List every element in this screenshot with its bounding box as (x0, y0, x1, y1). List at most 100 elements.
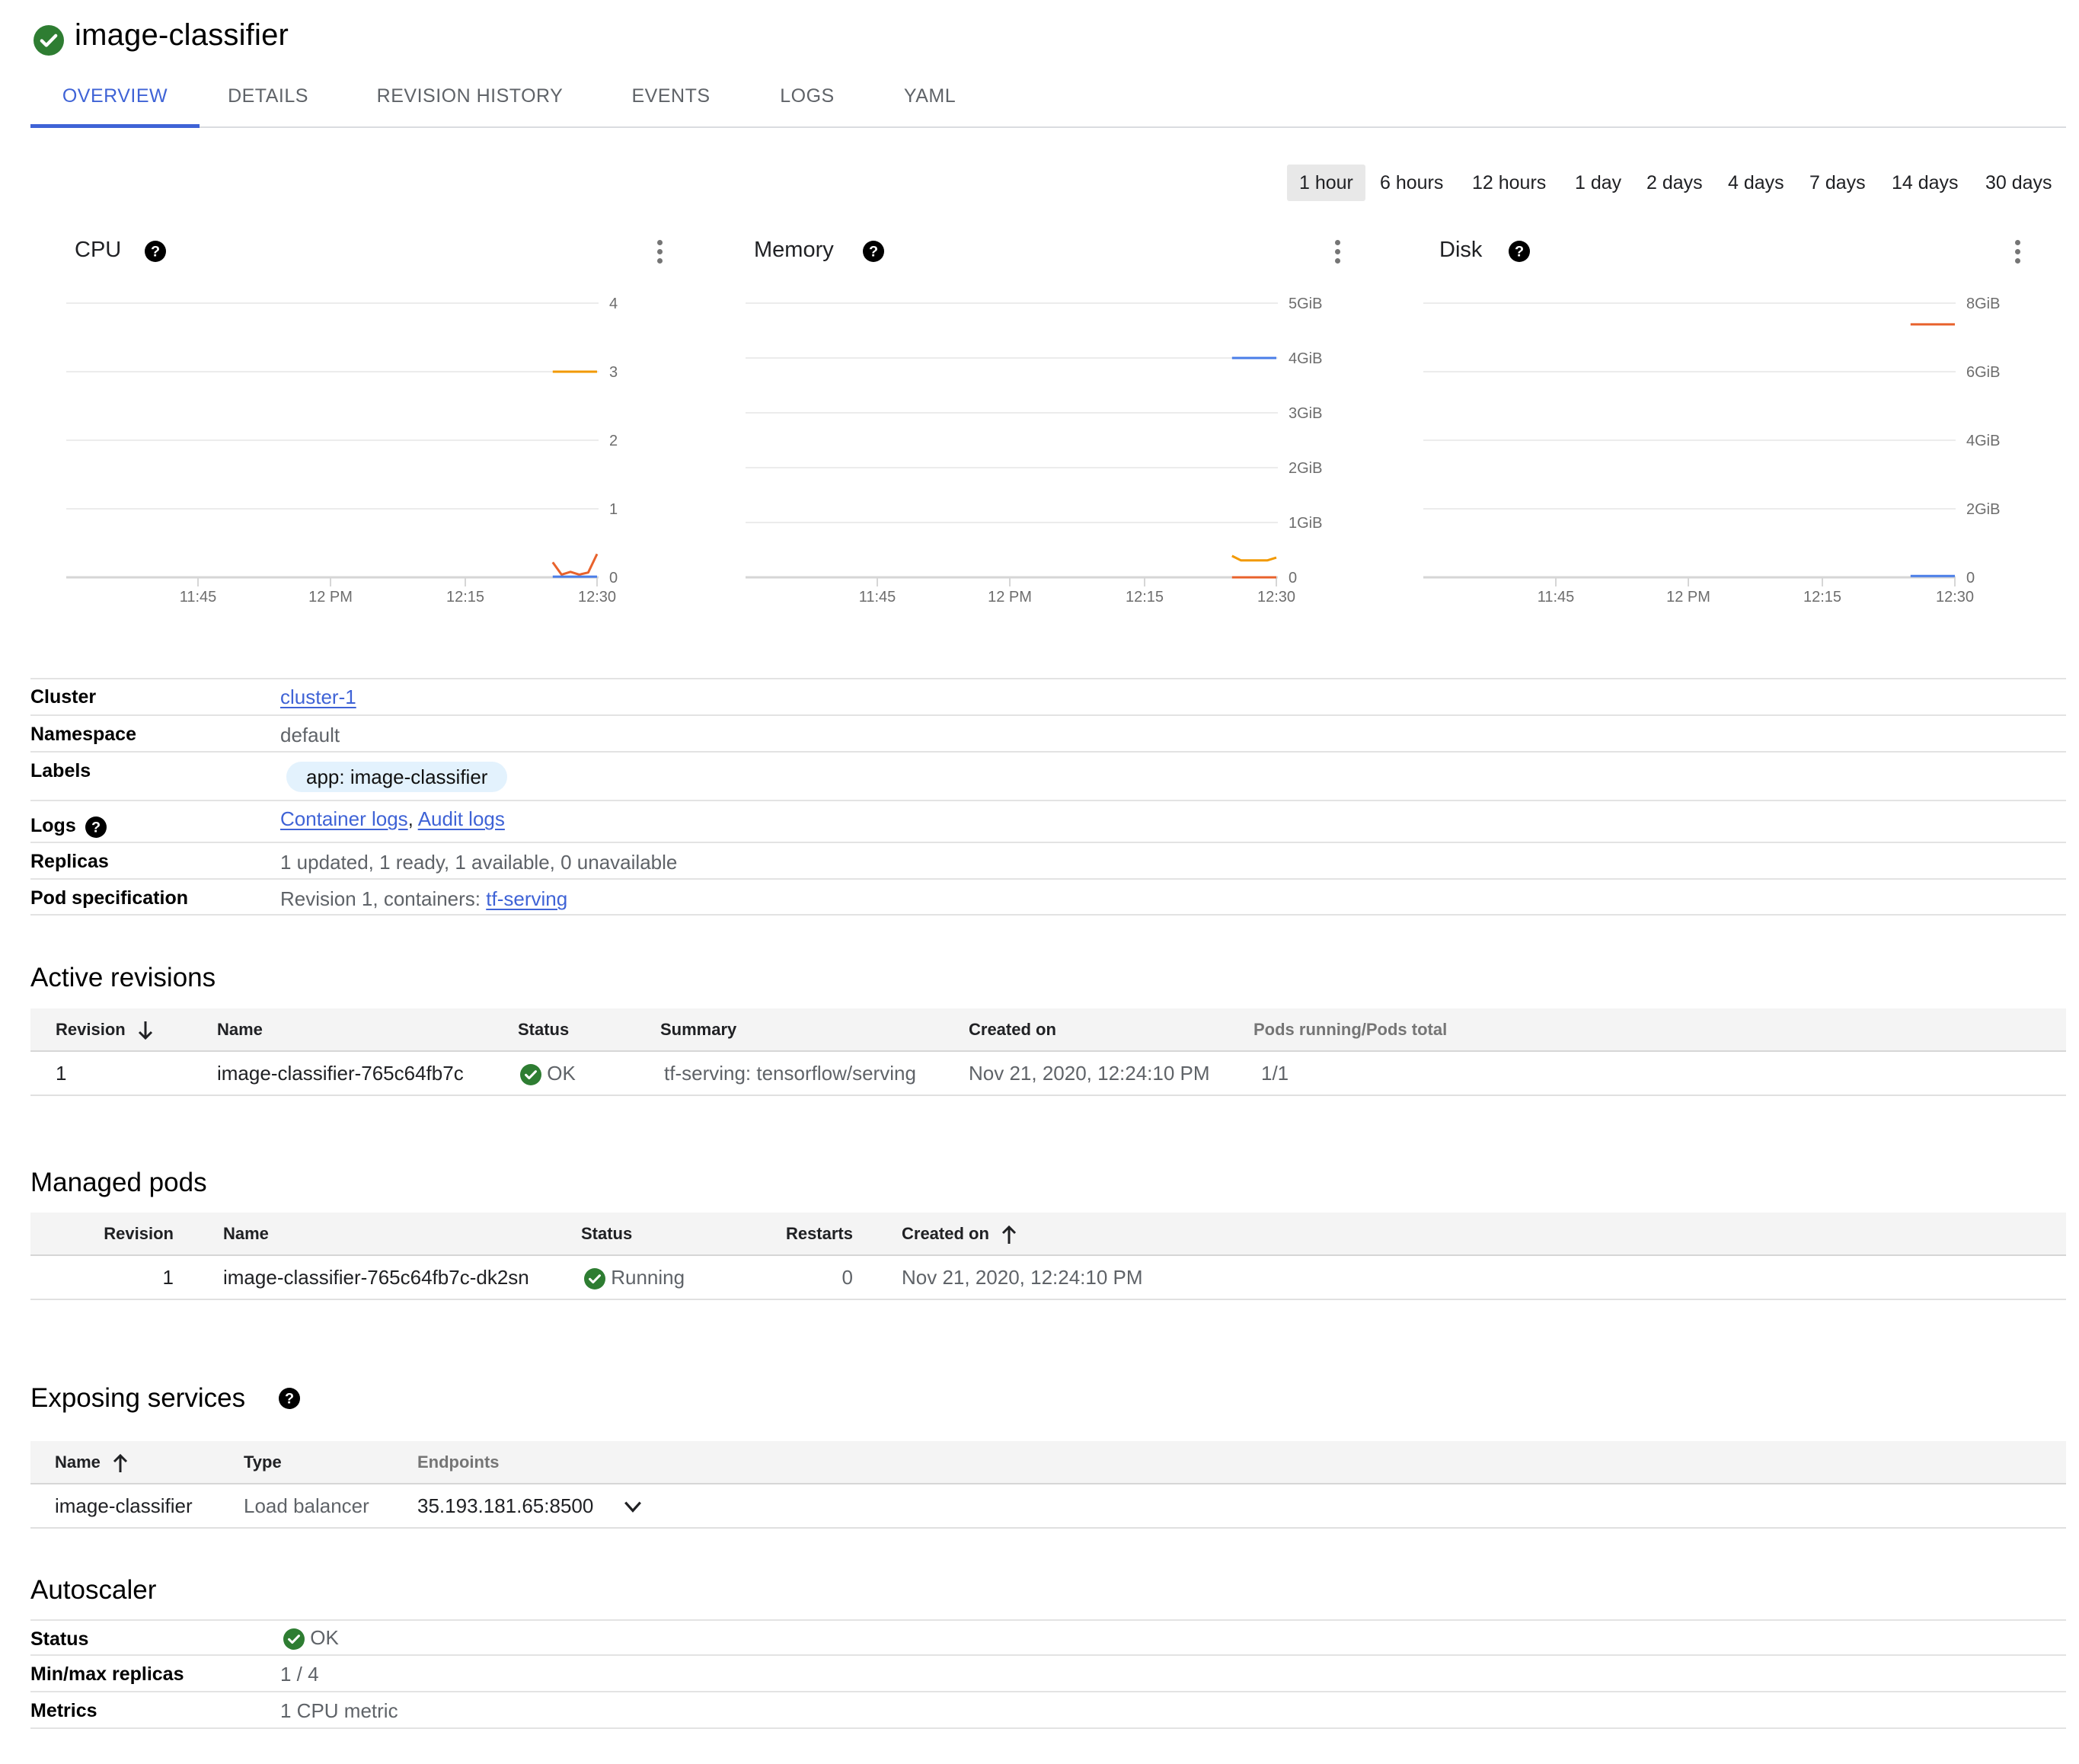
autoscaler-value: 1 / 4 (280, 1663, 319, 1686)
managed-pods-heading: Managed pods (30, 1168, 207, 1197)
status-text: OK (310, 1626, 339, 1649)
arrow-up-icon[interactable] (1000, 1223, 1018, 1246)
detail-row-logs: Logs? Container logs, Audit logs (30, 803, 2066, 843)
pod-spec-value: Revision 1, containers: tf-serving (280, 887, 567, 911)
column-header-revision[interactable]: Revision (56, 1008, 155, 1051)
created-on-cell: Nov 21, 2020, 12:24:10 PM (969, 1062, 1210, 1085)
type-cell: Load balancer (244, 1494, 369, 1517)
column-label: Revision (56, 1020, 126, 1039)
x-tick-label: 11:45 (1538, 589, 1575, 606)
help-icon[interactable]: ? (279, 1388, 300, 1409)
autoscaler-row-replicas: Min/max replicas 1 / 4 (30, 1656, 2066, 1692)
column-header-restarts[interactable]: Restarts (762, 1213, 853, 1255)
container-link[interactable]: tf-serving (486, 887, 567, 910)
column-header-status[interactable]: Status (581, 1213, 632, 1255)
column-header-name[interactable]: Name (55, 1441, 129, 1484)
table-header: Revision Name Status Restarts Created on (30, 1213, 2066, 1256)
status-cell: Running (584, 1256, 685, 1299)
column-header-summary[interactable]: Summary (660, 1008, 736, 1051)
autoscaler-value: 1 CPU metric (280, 1699, 398, 1722)
column-header-name[interactable]: Name (217, 1008, 263, 1051)
detail-row-labels: Labels app: image-classifier (30, 754, 2066, 801)
audit-logs-link[interactable]: Audit logs (418, 807, 505, 830)
detail-row-replicas: Replicas 1 updated, 1 ready, 1 available,… (30, 845, 2066, 880)
column-header-revision[interactable]: Revision (104, 1213, 174, 1255)
y-tick-label: 8GiB (1966, 296, 2000, 312)
autoscaler-status-value: OK (283, 1626, 339, 1651)
x-tick-label: 12:30 (1936, 589, 1974, 606)
detail-label: Replicas (30, 851, 109, 872)
column-header-created-on[interactable]: Created on (902, 1213, 1018, 1255)
check-circle-icon (584, 1268, 605, 1290)
cluster-value: cluster-1 (280, 685, 356, 709)
y-tick-label: 2GiB (1966, 501, 2000, 518)
column-header-endpoints: Endpoints (417, 1452, 500, 1472)
x-tick-label: 12 PM (1666, 589, 1710, 606)
y-tick-label: 6GiB (1966, 364, 2000, 381)
detail-row-pod-spec: Pod specification Revision 1, containers:… (30, 881, 2066, 916)
exposing-services-heading: Exposing services (30, 1383, 246, 1413)
column-header-status[interactable]: Status (518, 1008, 569, 1051)
created-on-cell: Nov 21, 2020, 12:24:10 PM (902, 1266, 1143, 1289)
column-header-pods: Pods running/Pods total (1253, 1020, 1448, 1039)
y-tick-label: 0 (1966, 570, 1975, 586)
active-revisions-table: Revision Name Status Summary Created on … (30, 1008, 2066, 1096)
autoscaler-table: Status OK Min/max replicas 1 / 4 Metrics… (30, 1619, 2066, 1729)
table-row: 1 image-classifier-765c64fb7c OK tf-serv… (30, 1052, 2066, 1096)
pod-spec-text: Revision 1, containers: (280, 887, 487, 910)
column-label: Created on (902, 1224, 989, 1243)
active-revisions-heading: Active revisions (30, 963, 216, 992)
separator: , (407, 807, 414, 830)
detail-label: Labels (30, 760, 91, 781)
disk-chart: 0 2GiB 4GiB 6GiB 8GiB 11:45 12 PM 12:15 12:30 (1423, 296, 2000, 606)
autoscaler-row-metrics: Metrics 1 CPU metric (30, 1692, 2066, 1729)
table-header: Revision Name Status Summary Created on … (30, 1008, 2066, 1052)
detail-label: Logs (30, 815, 76, 836)
y-tick-label: 4GiB (1966, 433, 2000, 449)
restarts-cell: 0 (842, 1266, 853, 1289)
column-header-name[interactable]: Name (223, 1213, 269, 1255)
table-row: 1 image-classifier-765c64fb7c-dk2sn Runn… (30, 1256, 2066, 1300)
arrow-down-icon[interactable] (136, 1019, 155, 1042)
label-chip: app: image-classifier (286, 762, 508, 792)
check-circle-icon (283, 1628, 305, 1651)
autoscaler-heading: Autoscaler (30, 1575, 157, 1605)
service-name-cell[interactable]: image-classifier (55, 1484, 193, 1527)
status-text: Running (611, 1266, 685, 1289)
detail-row-namespace: Namespace default (30, 717, 2066, 753)
autoscaler-row-status: Status OK (30, 1619, 2066, 1656)
namespace-value: default (280, 724, 340, 746)
check-circle-icon (520, 1064, 541, 1086)
table-row: image-classifier Load balancer 35.193.18… (30, 1484, 2066, 1529)
autoscaler-label: Min/max replicas (30, 1663, 184, 1685)
exposing-services-table: Name Type Endpoints image-classifier Loa… (30, 1441, 2066, 1529)
svg-text:?: ? (285, 1390, 294, 1407)
detail-label: Pod specification (30, 887, 188, 909)
column-header-type[interactable]: Type (244, 1441, 282, 1484)
revision-cell: 1 (162, 1266, 174, 1289)
autoscaler-label: Status (30, 1628, 89, 1650)
revision-name-cell: image-classifier-765c64fb7c (217, 1062, 464, 1085)
cluster-link[interactable]: cluster-1 (280, 685, 356, 708)
column-header-created-on[interactable]: Created on (969, 1008, 1056, 1051)
status-text: OK (547, 1062, 576, 1085)
container-logs-link[interactable]: Container logs (280, 807, 408, 830)
help-icon[interactable]: ? (85, 816, 107, 838)
replicas-value: 1 updated, 1 ready, 1 available, 0 unava… (280, 851, 678, 874)
endpoint-cell[interactable]: 35.193.181.65:8500 (417, 1484, 593, 1527)
autoscaler-label: Metrics (30, 1700, 97, 1721)
managed-pods-table: Revision Name Status Restarts Created on… (30, 1213, 2066, 1300)
logs-value: Container logs, Audit logs (280, 807, 505, 831)
x-tick-label: 12:15 (1803, 589, 1841, 606)
arrow-up-icon[interactable] (111, 1452, 129, 1475)
chevron-down-icon[interactable] (623, 1497, 643, 1516)
status-cell: OK (520, 1052, 576, 1095)
summary-cell: tf-serving: tensorflow/serving (664, 1062, 916, 1085)
table-header: Name Type Endpoints (30, 1441, 2066, 1484)
pod-name-cell[interactable]: image-classifier-765c64fb7c-dk2sn (223, 1256, 529, 1299)
column-label: Name (55, 1452, 101, 1472)
labels-value: app: image-classifier (286, 762, 508, 792)
pods-cell: 1/1 (1261, 1062, 1289, 1085)
detail-label: Cluster (30, 686, 97, 708)
detail-row-cluster: Cluster cluster-1 (30, 679, 2066, 716)
